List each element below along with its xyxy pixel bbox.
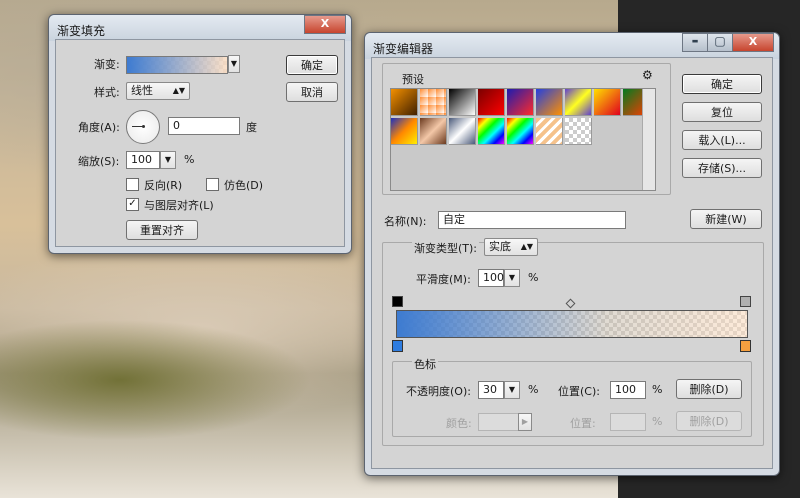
color-stop-left[interactable] xyxy=(392,340,403,352)
scale-label: 缩放(S): xyxy=(78,155,120,168)
minimize-button[interactable]: ▬ xyxy=(682,33,708,52)
color-location-label: 位置: xyxy=(570,417,596,430)
preset-swatch[interactable] xyxy=(420,89,447,116)
smoothness-unit: % xyxy=(528,271,539,284)
chevron-updown-icon: ▲▼ xyxy=(172,86,185,95)
color-stop-right[interactable] xyxy=(740,340,751,352)
smoothness-label: 平滑度(M): xyxy=(416,273,471,286)
reset-button[interactable]: 复位 xyxy=(682,102,762,122)
dither-label[interactable]: 仿色(D) xyxy=(224,177,263,193)
close-button[interactable]: X xyxy=(304,15,346,34)
gradient-dropdown-button[interactable]: ▼ xyxy=(228,55,240,73)
reverse-checkbox[interactable] xyxy=(126,178,139,191)
checkmark-icon: ✓ xyxy=(128,198,137,209)
save-button[interactable]: 存储(S)... xyxy=(682,158,762,178)
style-label: 样式: xyxy=(94,86,120,99)
angle-input[interactable]: 0 xyxy=(168,117,240,135)
scale-dropdown-button[interactable]: ▼ xyxy=(160,151,176,169)
preset-swatch[interactable] xyxy=(478,89,505,116)
presets-scrollbar[interactable] xyxy=(642,89,655,190)
load-button[interactable]: 载入(L)... xyxy=(682,130,762,150)
preset-swatch[interactable] xyxy=(449,118,476,145)
dialog-body: 渐变: ▼ 样式: 线性 ▲▼ 角度(A): 0 度 缩放(S): 100 ▼ … xyxy=(55,39,345,247)
align-with-layer-checkbox[interactable]: ✓ xyxy=(126,198,139,211)
reset-align-button[interactable]: 重置对齐 xyxy=(126,220,198,240)
style-select[interactable]: 线性 ▲▼ xyxy=(126,82,190,100)
location-input[interactable]: 100 xyxy=(610,381,646,399)
preset-swatch[interactable] xyxy=(536,118,563,145)
reverse-label[interactable]: 反向(R) xyxy=(144,177,182,193)
delete-color-stop-button: 删除(D) xyxy=(676,411,742,431)
opacity-label: 不透明度(O): xyxy=(406,385,471,398)
smoothness-input[interactable]: 100 xyxy=(478,269,504,287)
scale-input[interactable]: 100 xyxy=(126,151,160,169)
color-swatch xyxy=(478,413,520,431)
opacity-stop-left[interactable] xyxy=(392,296,403,307)
color-location-unit: % xyxy=(652,415,663,428)
preset-swatch[interactable] xyxy=(594,89,621,116)
new-button[interactable]: 新建(W) xyxy=(690,209,762,229)
angle-label: 角度(A): xyxy=(78,121,120,134)
opacity-input[interactable]: 30 xyxy=(478,381,504,399)
preset-swatch[interactable] xyxy=(565,118,592,145)
name-label: 名称(N): xyxy=(384,215,427,228)
gradient-bar[interactable] xyxy=(396,310,748,338)
maximize-button[interactable]: ▢ xyxy=(707,33,733,52)
preset-swatch[interactable] xyxy=(478,118,505,145)
name-input[interactable]: 自定 xyxy=(438,211,626,229)
dialog-title: 渐变编辑器 xyxy=(373,42,434,56)
ok-button[interactable]: 确定 xyxy=(286,55,338,75)
smoothness-dropdown-button[interactable]: ▼ xyxy=(504,269,520,287)
opacity-stop-right[interactable] xyxy=(740,296,751,307)
color-label: 颜色: xyxy=(446,417,472,430)
titlebar[interactable]: 渐变编辑器 ▬ ▢ X xyxy=(365,33,779,59)
delete-opacity-stop-button[interactable]: 删除(D) xyxy=(676,379,742,399)
gradient-type-select[interactable]: 实底 ▲▼ xyxy=(484,238,538,256)
cancel-button[interactable]: 取消 xyxy=(286,82,338,102)
gradient-fill-dialog: 渐变填充 X 渐变: ▼ 样式: 线性 ▲▼ 角度(A): 0 度 缩放(S):… xyxy=(48,14,352,254)
gradient-editor-dialog: 渐变编辑器 ▬ ▢ X 预设 ⚙ 确定 复位 载入(L)... 存储(S)...… xyxy=(364,32,780,476)
preset-swatch[interactable] xyxy=(449,89,476,116)
gradient-label: 渐变: xyxy=(94,58,120,71)
opacity-unit: % xyxy=(528,383,539,396)
preset-swatch[interactable] xyxy=(536,89,563,116)
titlebar[interactable]: 渐变填充 X xyxy=(49,15,351,41)
angle-dial[interactable] xyxy=(126,110,160,144)
gear-icon[interactable]: ⚙ xyxy=(642,68,653,82)
preset-swatch[interactable] xyxy=(391,118,418,145)
chevron-updown-icon: ▲▼ xyxy=(520,242,533,251)
dialog-title: 渐变填充 xyxy=(57,24,106,38)
gradient-type-value: 实底 xyxy=(489,240,511,253)
dither-checkbox[interactable] xyxy=(206,178,219,191)
color-arrow-button: ▶ xyxy=(518,413,532,431)
color-location-input xyxy=(610,413,646,431)
preset-swatch[interactable] xyxy=(420,118,447,145)
align-with-layer-label[interactable]: 与图层对齐(L) xyxy=(144,197,214,213)
editor-body: 预设 ⚙ 确定 复位 载入(L)... 存储(S)... 名称(N): 自定 新… xyxy=(371,57,773,469)
gradient-type-label: 渐变类型(T): xyxy=(412,240,480,256)
preset-swatch[interactable] xyxy=(507,118,534,145)
preset-swatch[interactable] xyxy=(391,89,418,116)
angle-dial-center xyxy=(142,125,145,128)
scale-unit: % xyxy=(184,153,195,166)
location-unit: % xyxy=(652,383,663,396)
location-label: 位置(C): xyxy=(558,385,600,398)
opacity-dropdown-button[interactable]: ▼ xyxy=(504,381,520,399)
presets-list xyxy=(390,88,656,191)
stops-group-label: 色标 xyxy=(412,356,438,372)
gradient-preview[interactable] xyxy=(126,56,228,74)
close-button[interactable]: X xyxy=(732,33,774,52)
presets-label: 预设 xyxy=(402,73,424,86)
preset-swatch[interactable] xyxy=(565,89,592,116)
ok-button[interactable]: 确定 xyxy=(682,74,762,94)
style-value: 线性 xyxy=(131,84,153,97)
angle-unit: 度 xyxy=(246,121,257,134)
preset-swatch[interactable] xyxy=(507,89,534,116)
